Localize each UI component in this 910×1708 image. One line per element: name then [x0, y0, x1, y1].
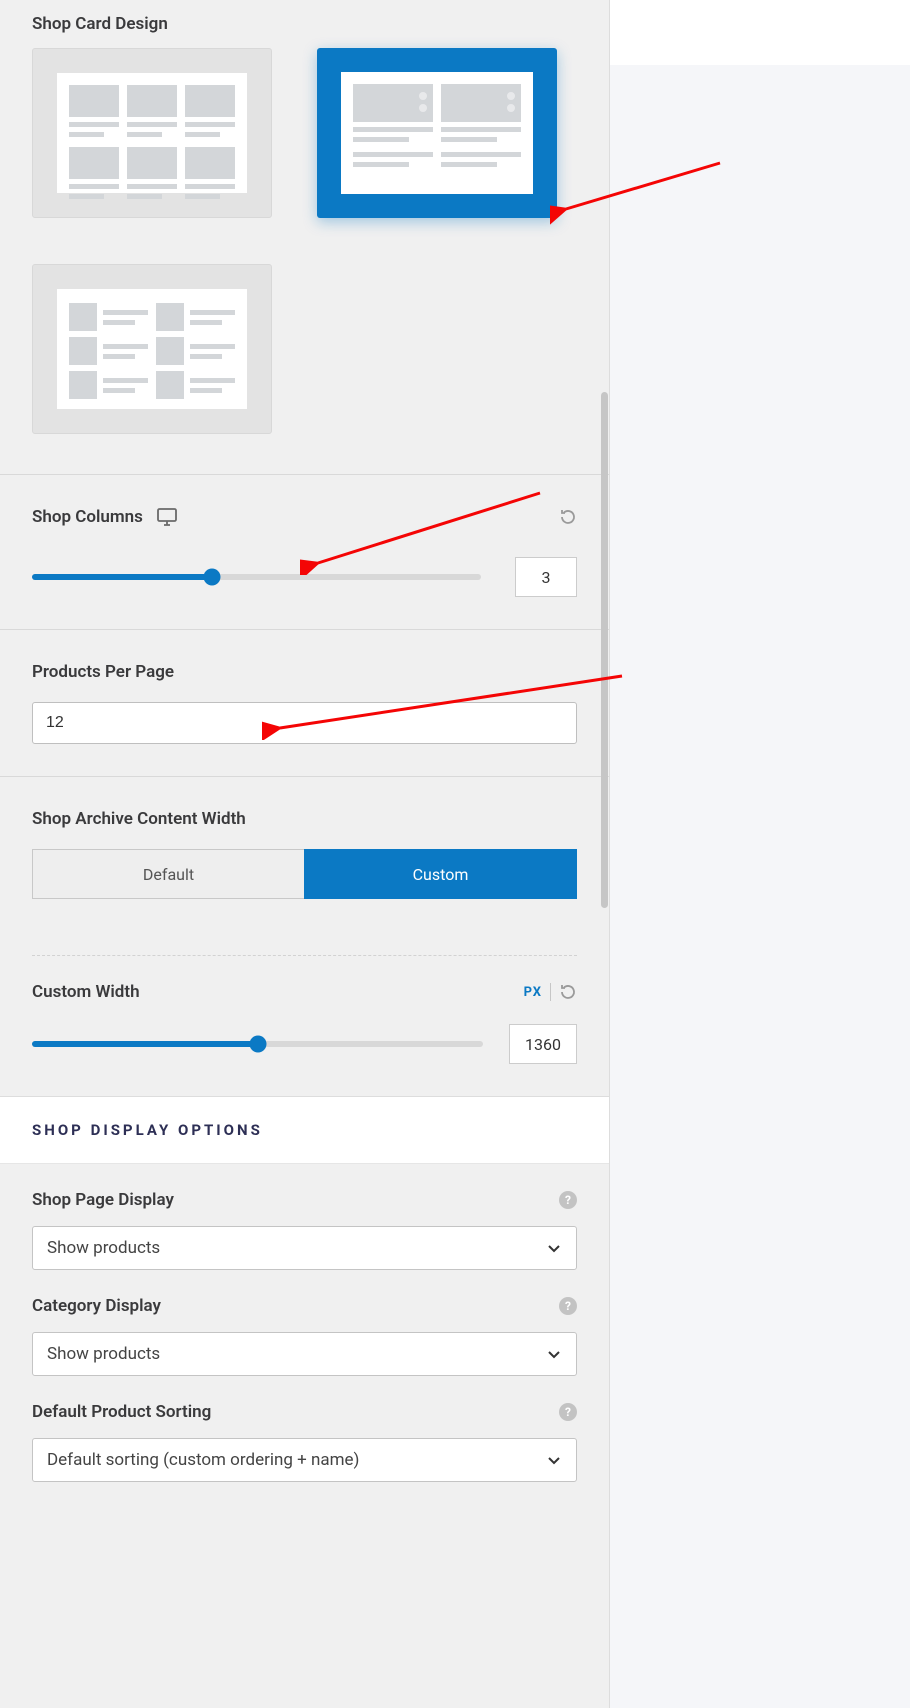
custom-width-slider[interactable]: [32, 1041, 483, 1047]
help-icon[interactable]: ?: [559, 1403, 577, 1421]
category-display-label: Category Display: [32, 1296, 161, 1316]
chevron-down-icon: [546, 1452, 562, 1468]
shop-page-display-label: Shop Page Display: [32, 1190, 174, 1210]
shop-columns-value[interactable]: 3: [515, 557, 577, 597]
category-display-select[interactable]: Show products: [32, 1332, 577, 1376]
help-icon[interactable]: ?: [559, 1191, 577, 1209]
reset-icon[interactable]: [559, 983, 577, 1001]
scrollbar-thumb[interactable]: [601, 392, 608, 908]
card-design-option-2[interactable]: [317, 48, 557, 218]
card-design-option-1[interactable]: [32, 48, 272, 218]
help-icon[interactable]: ?: [559, 1297, 577, 1315]
category-display-value: Show products: [47, 1344, 160, 1364]
products-per-page-block: Products Per Page: [0, 630, 609, 776]
archive-width-custom-button[interactable]: Custom: [304, 849, 577, 899]
archive-width-default-button[interactable]: Default: [32, 849, 304, 899]
default-sorting-select[interactable]: Default sorting (custom ordering + name): [32, 1438, 577, 1482]
shop-columns-label: Shop Columns: [32, 507, 143, 527]
default-sorting-label: Default Product Sorting: [32, 1402, 211, 1422]
desktop-icon[interactable]: [157, 508, 177, 526]
category-display-block: Category Display ? Show products: [0, 1270, 609, 1376]
separator: [550, 983, 551, 1001]
shop-card-design-options: [0, 48, 609, 474]
shop-card-design-label: Shop Card Design: [0, 0, 609, 48]
default-sorting-block: Default Product Sorting ? Default sortin…: [0, 1376, 609, 1482]
archive-width-toggle: Default Custom: [32, 849, 577, 899]
shop-columns-slider[interactable]: [32, 574, 481, 580]
custom-width-block: Custom Width PX 1360: [0, 956, 609, 1096]
custom-width-value[interactable]: 1360: [509, 1024, 577, 1064]
chevron-down-icon: [546, 1240, 562, 1256]
custom-width-label: Custom Width: [32, 982, 140, 1002]
default-sorting-value: Default sorting (custom ordering + name): [47, 1450, 359, 1470]
shop-page-display-value: Show products: [47, 1238, 160, 1258]
reset-icon[interactable]: [559, 508, 577, 526]
shop-page-display-block: Shop Page Display ? Show products: [0, 1164, 609, 1270]
shop-page-display-select[interactable]: Show products: [32, 1226, 577, 1270]
archive-width-block: Shop Archive Content Width Default Custo…: [0, 777, 609, 927]
products-per-page-input[interactable]: [32, 702, 577, 744]
customizer-panel: Shop Card Design: [0, 0, 610, 1708]
card-design-option-3[interactable]: [32, 264, 272, 434]
shop-columns-block: Shop Columns 3: [0, 475, 609, 629]
chevron-down-icon: [546, 1346, 562, 1362]
products-per-page-label: Products Per Page: [32, 662, 577, 682]
shop-display-options-heading: SHOP DISPLAY OPTIONS: [0, 1096, 609, 1164]
custom-width-unit[interactable]: PX: [524, 985, 542, 1000]
archive-width-label: Shop Archive Content Width: [32, 809, 577, 829]
